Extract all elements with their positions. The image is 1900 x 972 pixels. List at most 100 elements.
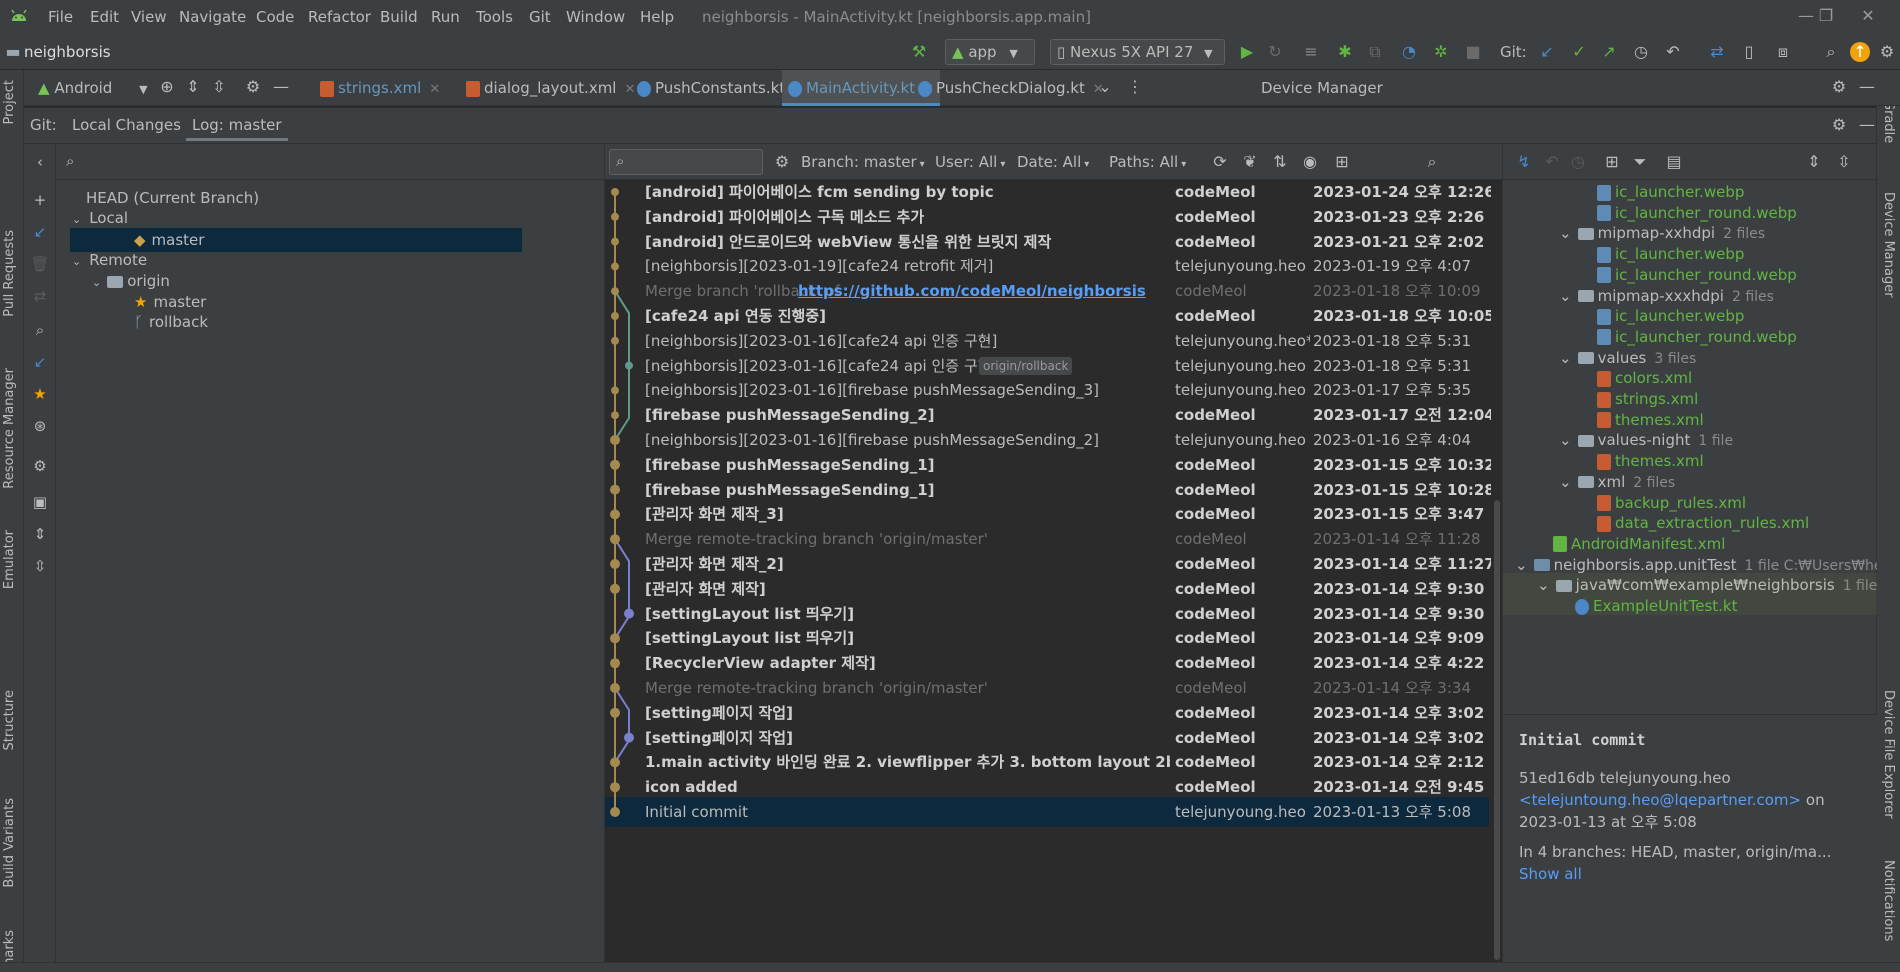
tab-pushcheckdialog-kt[interactable]: PushCheckDialog.kt ✕	[912, 70, 1110, 106]
project-view-select[interactable]: ▲ Android ▼	[32, 70, 154, 106]
tab-notifications[interactable]: Notifications	[1881, 860, 1896, 941]
build-hammer-icon[interactable]: ⚒	[908, 42, 930, 62]
locate-icon[interactable]: ⊕	[156, 77, 178, 97]
device-select[interactable]: ▯ Nexus 5X API 27 ▼	[1050, 39, 1225, 65]
scroll-thumb[interactable]	[1494, 500, 1500, 960]
show-all-link[interactable]: Show all	[1519, 865, 1582, 883]
apply-code-changes-icon[interactable]: ≡	[1300, 42, 1322, 62]
menu-refactor[interactable]: Refactor	[308, 8, 371, 26]
close-tab-icon[interactable]: ✕	[429, 82, 440, 97]
menu-tools[interactable]: Tools	[476, 8, 513, 26]
history-icon[interactable]: ◷	[1567, 152, 1589, 172]
tab-gradle[interactable]: Gradle	[1881, 100, 1896, 143]
navigate-icon[interactable]: ⊛	[30, 416, 50, 436]
debug-icon[interactable]: ✱	[1334, 42, 1356, 62]
more-icon[interactable]: ⋮	[1124, 77, 1146, 97]
menu-navigate[interactable]: Navigate	[179, 8, 246, 26]
menu-code[interactable]: Code	[256, 8, 294, 26]
branch-group-local[interactable]: ⌄ Local	[72, 206, 128, 230]
collapse-all-icon[interactable]: ⇳	[30, 556, 50, 576]
menu-run[interactable]: Run	[431, 8, 460, 26]
new-branch-icon[interactable]: +	[30, 190, 50, 210]
project-name[interactable]: neighborsis	[24, 43, 111, 61]
favorite-star-icon[interactable]: ★	[30, 384, 50, 404]
device-manager-icon[interactable]: ▯	[1738, 42, 1760, 62]
group-by-icon[interactable]: ⊞	[1601, 152, 1623, 172]
graph-options-icon[interactable]: ⊞	[1331, 152, 1353, 172]
git-rollback-icon[interactable]: ↶	[1662, 42, 1684, 62]
git-commit-icon[interactable]: ✓	[1568, 42, 1590, 62]
attach-icon[interactable]: ✲	[1430, 42, 1452, 62]
hide-icon[interactable]: —	[270, 77, 292, 97]
cherry-pick-icon[interactable]: ❦	[1239, 152, 1261, 172]
tab-log-master[interactable]: Log: master	[186, 116, 288, 141]
layout-icon[interactable]: ▤	[1663, 152, 1685, 172]
collapse-panel-icon[interactable]: ‹	[30, 152, 50, 172]
tab-emulator[interactable]: Emulator	[2, 530, 17, 589]
git-history-icon[interactable]: ◷	[1630, 42, 1652, 62]
expand-all-icon[interactable]: ⇕	[30, 524, 50, 544]
commit-email-link[interactable]: <telejuntoung.heo@lqepartner.com>	[1519, 791, 1801, 809]
compare-icon[interactable]: ⇄	[30, 286, 50, 306]
collapse-all-icon[interactable]: ⇳	[208, 77, 230, 97]
menu-build[interactable]: Build	[380, 8, 418, 26]
expand-all-icon[interactable]: ⇕	[1803, 152, 1825, 172]
collapse-all-icon[interactable]: ⇳	[1833, 152, 1855, 172]
layout-icon[interactable]: ▣	[30, 492, 50, 512]
tab-structure[interactable]: Structure	[2, 690, 17, 750]
options-gear-icon[interactable]: ⚙	[242, 77, 264, 97]
menu-edit[interactable]: Edit	[90, 8, 119, 26]
git-options-gear-icon[interactable]: ⚙	[1828, 115, 1850, 135]
revert-icon[interactable]: ↶	[1541, 152, 1563, 172]
apply-changes-icon[interactable]: ↻	[1264, 42, 1286, 62]
tree-file[interactable]: ExampleUnitTest.kt	[1575, 594, 1738, 619]
tab-build-variants[interactable]: Build Variants	[2, 798, 17, 888]
tab-resource-manager[interactable]: Resource Manager	[2, 368, 17, 489]
branch-origin-rollback[interactable]: ᚴ rollback	[134, 310, 208, 334]
fetch-icon[interactable]: ↙	[30, 352, 50, 372]
sync-icon[interactable]: ⧈	[1772, 42, 1794, 62]
tab-dialog-layout-xml[interactable]: dialog_layout.xml ✕	[460, 70, 641, 106]
search-icon[interactable]: ⌕	[1421, 152, 1443, 172]
log-search-input[interactable]: ⌕	[609, 149, 763, 175]
tab-pull-requests[interactable]: Pull Requests	[2, 230, 17, 317]
git-update-icon[interactable]: ↙	[1536, 42, 1558, 62]
update-branch-icon[interactable]: ↙	[30, 222, 50, 242]
sort-icon[interactable]: ⇅	[1269, 152, 1291, 172]
menu-help[interactable]: Help	[640, 8, 674, 26]
tab-project[interactable]: Project	[2, 80, 17, 124]
tab-local-changes[interactable]: Local Changes	[66, 116, 187, 134]
update-icon[interactable]: ↑	[1850, 42, 1870, 62]
git-push-icon[interactable]: ↗	[1598, 42, 1620, 62]
settings-gear-icon[interactable]: ⚙	[30, 456, 50, 476]
minimize-icon[interactable]: —	[1796, 6, 1816, 26]
profile-icon[interactable]: ◔	[1398, 42, 1420, 62]
menu-window[interactable]: Window	[566, 8, 625, 26]
restore-icon[interactable]: ❐	[1816, 6, 1836, 26]
filter-date[interactable]: Date: All ▾	[1017, 153, 1089, 171]
delete-branch-icon[interactable]: 🗑	[30, 254, 50, 274]
log-options-gear-icon[interactable]: ⚙	[771, 152, 793, 172]
show-diff-icon[interactable]: ↯	[1513, 152, 1535, 172]
device-manager-hide-icon[interactable]: —	[1856, 77, 1878, 97]
close-icon[interactable]: ✕	[1858, 6, 1878, 26]
commit-row[interactable]: Initial commit telejunyoung.heo 2023-01-13…	[605, 797, 1489, 827]
tab-device-file-explorer[interactable]: Device File Explorer	[1881, 690, 1896, 819]
filter-branch[interactable]: Branch: master ▾	[801, 153, 925, 171]
filter-user[interactable]: User: All ▾	[935, 153, 1005, 171]
device-manager-gear-icon[interactable]: ⚙	[1828, 77, 1850, 97]
search-icon[interactable]: ⌕	[1820, 42, 1842, 62]
tab-strings-xml[interactable]: strings.xml ✕	[314, 70, 446, 106]
tabs-dropdown-icon[interactable]: ⌄	[1094, 77, 1116, 97]
run-icon[interactable]: ▶	[1236, 42, 1258, 62]
git-hide-icon[interactable]: —	[1856, 115, 1878, 135]
tab-device-manager[interactable]: Device Manager	[1881, 192, 1896, 298]
attach-debugger-icon[interactable]: ⧉	[1364, 42, 1386, 62]
eye-icon[interactable]: ◉	[1299, 152, 1321, 172]
search-icon[interactable]: ⌕	[30, 320, 50, 340]
run-config-select[interactable]: ▲ app ▼	[945, 39, 1035, 65]
stop-icon[interactable]: ■	[1462, 42, 1484, 62]
menu-view[interactable]: View	[131, 8, 167, 26]
branch-search-bar[interactable]: ⌕	[56, 144, 604, 180]
filter-paths[interactable]: Paths: All ▾	[1109, 153, 1186, 171]
